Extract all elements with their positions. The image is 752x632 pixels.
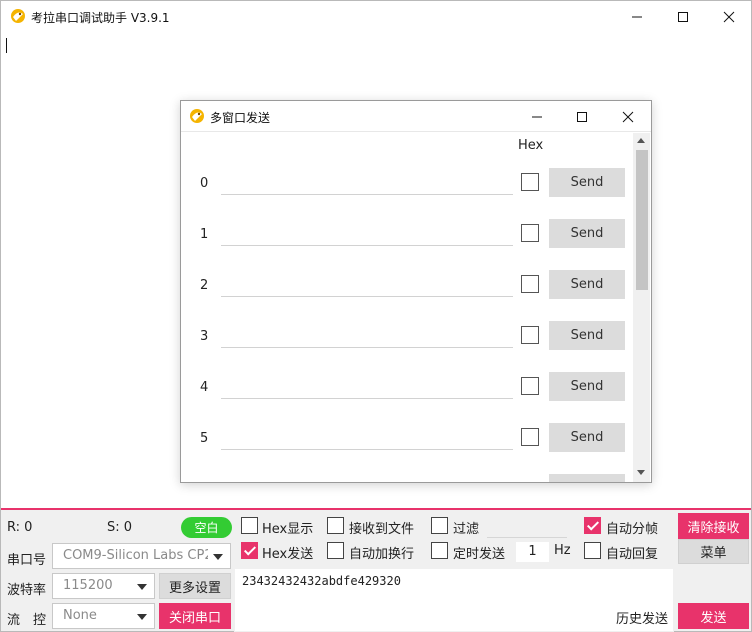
scroll-up-icon[interactable]	[637, 138, 645, 143]
auto-frame-checkbox[interactable]	[584, 517, 601, 534]
tx-counter: S: 0	[107, 520, 133, 535]
hex-display-label: Hex显示	[262, 522, 314, 537]
row-index: 0	[200, 176, 209, 191]
receive-to-file-label: 接收到文件	[349, 522, 415, 537]
filter-label: 过滤	[453, 522, 480, 537]
flow-value: None	[63, 608, 97, 623]
port-value: COM9-Silicon Labs CP2	[63, 548, 208, 563]
dialog-maximize-button[interactable]	[559, 101, 605, 132]
row-send-button[interactable]: Send	[549, 270, 625, 299]
koala-app-icon	[190, 109, 204, 123]
port-select[interactable]: COM9-Silicon Labs CP2	[52, 543, 231, 569]
close-port-button[interactable]: 关闭串口	[159, 603, 231, 629]
minimize-icon	[632, 16, 642, 17]
filter-checkbox[interactable]	[431, 517, 448, 534]
close-icon	[723, 11, 735, 22]
more-settings-button[interactable]: 更多设置	[159, 573, 231, 599]
flow-select[interactable]: None	[52, 603, 155, 629]
minimize-icon	[532, 116, 542, 117]
chevron-down-icon	[213, 554, 223, 560]
row-hex-checkbox[interactable]	[521, 326, 539, 344]
timer-frequency-input[interactable]: 1	[516, 542, 549, 562]
send-button[interactable]: 发送	[678, 603, 749, 629]
hex-send-label: Hex发送	[262, 547, 314, 562]
history-send-link[interactable]: 历史发送	[616, 608, 668, 627]
row-input[interactable]	[221, 220, 513, 246]
row-send-button[interactable]: Send	[549, 321, 625, 350]
timed-send-checkbox[interactable]	[431, 542, 448, 559]
row-input[interactable]	[221, 169, 513, 195]
row-hex-checkbox[interactable]	[521, 275, 539, 293]
multi-send-dialog: 多窗口发送 Hex 0 Send 1 Send 2 Send 3 Send 4 …	[180, 100, 652, 483]
rx-counter: R: 0	[7, 520, 33, 535]
clear-receive-button[interactable]: 清除接收	[678, 513, 749, 539]
chevron-down-icon	[137, 584, 147, 590]
baud-label: 波特率	[7, 583, 47, 598]
title-bar[interactable]: 考拉串口调试助手 V3.9.1	[1, 1, 751, 32]
receive-to-file-checkbox[interactable]	[327, 517, 344, 534]
row-index: 1	[200, 227, 209, 242]
maximize-icon	[678, 11, 688, 22]
control-panel: R: 0 S: 0 空白 串口号 COM9-Silicon Labs CP2 波…	[1, 508, 751, 632]
flow-label: 流 控	[7, 613, 47, 628]
auto-reply-checkbox[interactable]	[584, 542, 601, 559]
filter-input[interactable]	[487, 516, 567, 538]
row-hex-checkbox[interactable]	[521, 377, 539, 395]
window-title: 考拉串口调试助手 V3.9.1	[31, 11, 170, 25]
chevron-down-icon	[137, 614, 147, 620]
hex-display-checkbox[interactable]	[241, 517, 258, 534]
auto-newline-label: 自动加换行	[349, 547, 415, 562]
row-hex-checkbox[interactable]	[521, 173, 539, 191]
text-caret	[6, 38, 7, 53]
send-text-value: 23432432432abdfe429320	[242, 574, 401, 588]
port-label: 串口号	[7, 553, 47, 568]
row-send-button[interactable]: Send	[549, 219, 625, 248]
row-index: 3	[200, 329, 209, 344]
dialog-title-bar[interactable]: 多窗口发送	[181, 101, 651, 132]
maximize-button[interactable]	[660, 1, 706, 32]
timer-unit: Hz	[554, 543, 571, 558]
maximize-icon	[577, 111, 587, 122]
close-button[interactable]	[706, 1, 752, 32]
timed-send-label: 定时发送	[453, 547, 506, 562]
row-index: 5	[200, 431, 209, 446]
scroll-thumb[interactable]	[636, 150, 648, 290]
auto-frame-label: 自动分帧	[606, 522, 659, 537]
dialog-title: 多窗口发送	[210, 111, 271, 125]
status-badge[interactable]: 空白	[181, 517, 232, 538]
dialog-minimize-button[interactable]	[514, 101, 560, 132]
auto-reply-label: 自动回复	[606, 547, 659, 562]
row-hex-checkbox[interactable]	[521, 428, 539, 446]
dialog-scrollbar[interactable]	[633, 133, 650, 482]
row-input[interactable]	[221, 322, 513, 348]
row-send-button-partial[interactable]	[549, 474, 625, 482]
row-send-button[interactable]: Send	[549, 423, 625, 452]
send-text-area[interactable]: 23432432432abdfe429320	[234, 568, 674, 632]
minimize-button[interactable]	[614, 1, 660, 32]
row-index: 2	[200, 278, 209, 293]
dialog-close-button[interactable]	[605, 101, 651, 132]
row-index: 4	[200, 380, 209, 395]
menu-button[interactable]: 菜单	[678, 539, 749, 564]
row-send-button[interactable]: Send	[549, 372, 625, 401]
baud-select[interactable]: 115200	[52, 573, 155, 599]
close-icon	[622, 111, 634, 122]
row-input[interactable]	[221, 373, 513, 399]
hex-column-header: Hex	[518, 138, 544, 153]
row-send-button[interactable]: Send	[549, 168, 625, 197]
baud-value: 115200	[63, 578, 113, 593]
hex-send-checkbox[interactable]	[241, 542, 258, 559]
row-hex-checkbox[interactable]	[521, 224, 539, 242]
row-input[interactable]	[221, 271, 513, 297]
row-input[interactable]	[221, 424, 513, 450]
auto-newline-checkbox[interactable]	[327, 542, 344, 559]
scroll-down-icon[interactable]	[637, 470, 645, 475]
koala-app-icon	[11, 9, 25, 23]
